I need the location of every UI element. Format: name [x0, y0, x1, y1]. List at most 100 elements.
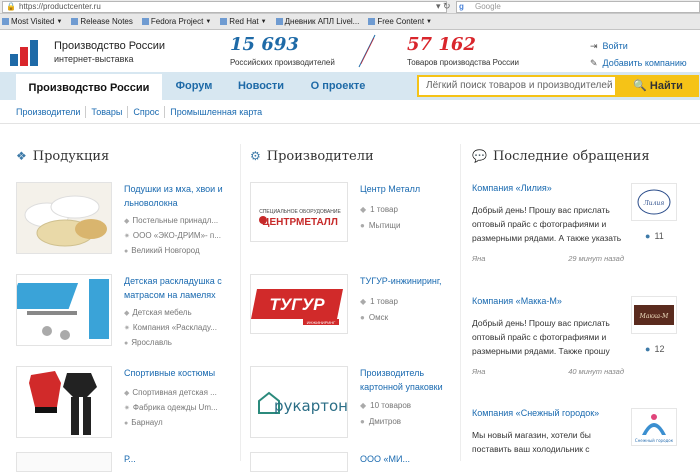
avatar-text: Снежный городок [635, 438, 674, 443]
bookmark-fedora-project[interactable]: Fedora Project ▼ [141, 17, 212, 26]
tag-icon: ◆ [124, 310, 130, 317]
login-link[interactable]: ⇥ Войти [590, 38, 687, 55]
product-title[interactable]: Детская раскладушка с матрасом на ламеля… [124, 274, 236, 302]
comment-icon: ● [645, 344, 651, 354]
bookmark-free-content[interactable]: Free Content ▼ [368, 17, 432, 26]
request-company[interactable]: Компания «Снежный городок» [472, 408, 599, 418]
product-title[interactable]: Спортивные костюмы [124, 366, 236, 380]
product-company: ✷ Компания «Раскладу... [124, 323, 217, 332]
manufacturers-title: Производители [266, 148, 374, 164]
product-category: ◆ Спортивная детская ... [124, 388, 217, 397]
request-company[interactable]: Компания «Лилия» [472, 183, 552, 193]
manufacturer-goods: ◆ 1 товар [360, 297, 398, 306]
product-image[interactable] [16, 452, 112, 472]
manufacturer-name[interactable]: Центр Металл [360, 182, 460, 196]
goods-stat: 57 162 Товаров производства России [407, 34, 519, 67]
product-image[interactable] [16, 274, 112, 346]
dropdown-arrow-icon: ▼ [56, 18, 63, 25]
request-avatar[interactable]: Макка-М [631, 296, 677, 334]
product-company: ✷ ООО «ЭКО-ДРИМ»- п... [124, 231, 221, 240]
request-footer: Яна 29 минут назад [472, 254, 624, 263]
address-bar[interactable]: 🔒 https://productcenter.ru [2, 1, 447, 13]
request-author: Яна [472, 254, 486, 263]
reload-icon[interactable]: ▾ ↻ [436, 1, 451, 12]
map-marker-icon: ● [360, 221, 365, 230]
dropdown-arrow-icon: ▼ [205, 18, 212, 25]
request-card[interactable]: Компания «Макка-М» Добрый день! Прошу ва… [472, 296, 700, 391]
brand-title: Производство России [54, 40, 166, 52]
producers-count: 15 693 [230, 34, 299, 55]
request-text: Добрый день! Прошу вас прислать оптовый … [472, 318, 610, 356]
manufacturer-name[interactable]: ТУГУР-инжиниринг, [360, 274, 460, 288]
brand-block[interactable]: Производство России интернет-выставка [54, 40, 165, 66]
subnav-demand[interactable]: Спрос [133, 107, 159, 117]
manufacturer-name[interactable]: ООО «МИ... [360, 452, 460, 466]
manufacturer-city: ● Омск [360, 313, 389, 322]
product-category: ◆ Детская мебель [124, 308, 192, 317]
map-marker-icon: ● [124, 340, 129, 347]
requests-title: Последние обращения [492, 148, 650, 164]
request-author: Яна [472, 367, 486, 376]
bookmark-most-visited[interactable]: Most Visited ▼ [2, 17, 62, 26]
manufacturer-goods: ◆ 10 товаров [360, 401, 412, 410]
dropdown-arrow-icon: ▼ [260, 18, 267, 25]
manufacturer-name[interactable]: Производитель картонной упаковки [360, 366, 460, 394]
tab-news[interactable]: Новости [226, 72, 296, 100]
goods-label: Товаров производства России [407, 58, 520, 67]
tag-icon: ◆ [360, 297, 367, 306]
request-avatar[interactable]: Снежный городок [631, 408, 677, 446]
comments-icon: 💬 [472, 149, 487, 163]
product-image[interactable] [16, 182, 112, 254]
tab-production-russia[interactable]: Производство России [16, 72, 162, 100]
request-count: ● 11 [645, 231, 664, 241]
tab-forum[interactable]: Форум [164, 72, 224, 100]
site-search-input[interactable]: Лёгкий поиск товаров и производителей [417, 75, 617, 97]
manufacturer-logo[interactable]: ТУГУР ИНЖИНИРИНГ [250, 274, 348, 334]
main-nav: Производство России Форум Новости О прое… [0, 72, 700, 100]
manufacturer-logo[interactable] [250, 452, 348, 472]
manufacturer-logo[interactable]: рукартон [250, 366, 348, 438]
bookmark-livejournal[interactable]: Дневник АПЛ Livel... [275, 17, 359, 26]
site-logo[interactable] [10, 40, 46, 66]
tag-icon: ◆ [124, 218, 130, 225]
product-title[interactable]: Подушки из мха, хвои и льноволокна [124, 182, 236, 210]
request-card[interactable]: Компания «Лилия» Добрый день! Прошу вас … [472, 183, 700, 278]
header-divider [358, 34, 376, 68]
browser-search-input[interactable]: g Google [456, 1, 700, 13]
bookmark-icon [368, 18, 376, 25]
product-title[interactable]: Р... [124, 452, 236, 466]
column-divider [240, 144, 241, 461]
gear-icon: ✷ [124, 405, 130, 412]
logo-text: ТУГУР [269, 295, 325, 314]
sign-in-icon: ⇥ [590, 41, 598, 51]
bookmark-icon [141, 18, 149, 25]
request-company[interactable]: Компания «Макка-М» [472, 296, 562, 306]
dropdown-arrow-icon: ▼ [426, 18, 432, 25]
subnav-manufacturers[interactable]: Производители [16, 107, 80, 117]
search-icon: 🔍 [633, 80, 647, 92]
bookmark-release-notes[interactable]: Release Notes [71, 17, 133, 26]
bookmark-red-hat[interactable]: Red Hat ▼ [220, 17, 267, 26]
gear-icon: ⚙ [250, 149, 261, 163]
products-title: Продукция [32, 148, 110, 164]
search-button[interactable]: 🔍 Найти [617, 75, 699, 97]
request-avatar[interactable]: Лилия [631, 183, 677, 221]
subnav-goods[interactable]: Товары [91, 107, 122, 117]
sub-nav: Производители Товары Спрос Промышленная … [0, 100, 700, 124]
bookmark-icon [71, 18, 79, 25]
subnav-industrial-map[interactable]: Промышленная карта [170, 107, 262, 117]
tag-icon: ◆ [360, 401, 367, 410]
map-marker-icon: ● [124, 248, 129, 255]
manufacturer-goods: ◆ 1 товар [360, 205, 398, 214]
tab-about[interactable]: О проекте [298, 72, 378, 100]
add-company-link[interactable]: ✎ Добавить компанию [590, 55, 687, 72]
product-city: ● Ярославль [124, 338, 172, 347]
products-header: ❖ Продукция [16, 146, 109, 166]
tag-icon: ◆ [360, 205, 367, 214]
request-card[interactable]: Компания «Снежный городок» Мы новый мага… [472, 408, 700, 461]
logo-text: ЦЕНТРМЕТАЛЛ [262, 217, 338, 228]
product-category: ◆ Постельные принадл... [124, 216, 219, 225]
product-image[interactable] [16, 366, 112, 438]
manufacturer-logo[interactable]: СПЕЦИАЛЬНОЕ ОБОРУДОВАНИЕ ЦЕНТРМЕТАЛЛ [250, 182, 348, 242]
bookmark-icon [2, 18, 9, 25]
